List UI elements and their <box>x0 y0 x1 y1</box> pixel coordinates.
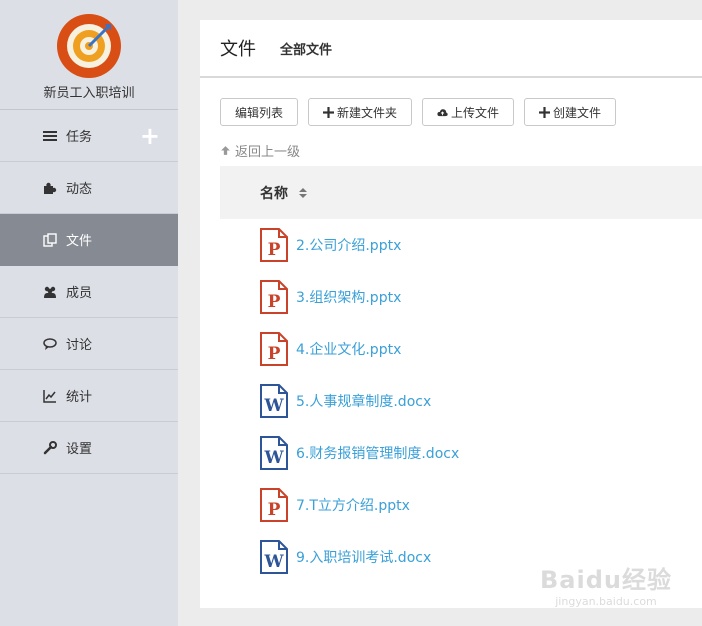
svg-text:P: P <box>268 292 281 312</box>
sidebar-item-settings[interactable]: 设置 <box>0 422 178 474</box>
file-name-link[interactable]: 5.人事规章制度.docx <box>296 391 431 411</box>
svg-text:P: P <box>268 500 281 520</box>
puzzle-icon <box>42 180 58 196</box>
sidebar-item-statistics[interactable]: 统计 <box>0 370 178 422</box>
table-header: 名称 <box>220 166 702 219</box>
new-folder-label: 新建文件夹 <box>337 105 398 120</box>
svg-text:W: W <box>263 448 284 468</box>
add-task-button[interactable]: + <box>140 124 160 148</box>
panel-header: 文件 全部文件 <box>200 20 702 78</box>
project-header: 新员工入职培训 <box>0 0 178 110</box>
chart-icon <box>42 388 58 404</box>
page-title: 文件 <box>220 39 256 60</box>
back-label: 返回上一级 <box>235 145 301 160</box>
create-file-button[interactable]: 创建文件 <box>524 98 617 126</box>
sidebar-item-label: 成员 <box>66 286 93 301</box>
watermark: Baidu经验 jingyan.baidu.com <box>540 560 672 608</box>
sidebar: 新员工入职培训 任务 + 动态 文件 成员 讨论 统计 设置 <box>0 0 178 626</box>
chat-icon <box>42 336 58 352</box>
file-row[interactable]: P 7.T立方介绍.pptx <box>220 479 702 531</box>
upload-label: 上传文件 <box>451 105 500 120</box>
sidebar-item-discussion[interactable]: 讨论 <box>0 318 178 370</box>
sidebar-item-label: 任务 <box>66 130 93 145</box>
sidebar-item-label: 动态 <box>66 182 93 197</box>
files-panel: 文件 全部文件 编辑列表 新建文件夹 上传文件 创建文件 返回上一级 名称 P2… <box>200 20 702 608</box>
sidebar-item-members[interactable]: 成员 <box>0 266 178 318</box>
target-logo-icon <box>57 14 121 78</box>
file-row[interactable]: W 5.人事规章制度.docx <box>220 375 702 427</box>
plus-icon <box>539 106 551 118</box>
sidebar-item-tasks[interactable]: 任务 + <box>0 110 178 162</box>
edit-list-button[interactable]: 编辑列表 <box>220 98 299 126</box>
sidebar-item-activity[interactable]: 动态 <box>0 162 178 214</box>
file-name-link[interactable]: 4.企业文化.pptx <box>296 339 401 359</box>
watermark-sub: jingyan.baidu.com <box>555 595 657 608</box>
file-name-link[interactable]: 2.公司介绍.pptx <box>296 235 401 255</box>
sidebar-item-label: 统计 <box>66 390 93 405</box>
edit-list-label: 编辑列表 <box>235 105 284 120</box>
file-name-link[interactable]: 6.财务报销管理制度.docx <box>296 443 459 463</box>
members-icon <box>42 284 58 300</box>
plus-icon <box>323 106 335 118</box>
file-name-link[interactable]: 7.T立方介绍.pptx <box>296 495 410 515</box>
svg-text:W: W <box>263 396 284 416</box>
file-list: P 2.公司介绍.pptx P 3.组织架构.pptx P 4.企业文化.pptx W 5.人… <box>220 219 702 583</box>
breadcrumb[interactable]: 全部文件 <box>280 39 332 58</box>
files-icon <box>42 232 58 248</box>
project-name: 新员工入职培训 <box>43 86 135 101</box>
cloud-upload-icon <box>437 108 448 116</box>
sidebar-item-files[interactable]: 文件 <box>0 214 178 266</box>
sidebar-item-label: 设置 <box>66 442 93 457</box>
file-row[interactable]: P 2.公司介绍.pptx <box>220 219 702 271</box>
powerpoint-file-icon: P <box>260 488 288 522</box>
sidebar-item-label: 讨论 <box>66 338 93 353</box>
tasks-icon <box>42 128 58 144</box>
svg-text:P: P <box>268 240 281 260</box>
word-file-icon: W <box>260 540 288 574</box>
new-folder-button[interactable]: 新建文件夹 <box>308 98 413 126</box>
upload-file-button[interactable]: 上传文件 <box>422 98 515 126</box>
create-file-label: 创建文件 <box>553 105 602 120</box>
file-row[interactable]: W 6.财务报销管理制度.docx <box>220 427 702 479</box>
word-file-icon: W <box>260 436 288 470</box>
toolbar: 编辑列表 新建文件夹 上传文件 创建文件 <box>200 78 702 126</box>
file-row[interactable]: P 3.组织架构.pptx <box>220 271 702 323</box>
sort-icon[interactable] <box>298 186 308 200</box>
watermark-main: Baidu经验 <box>540 566 672 594</box>
file-name-link[interactable]: 3.组织架构.pptx <box>296 287 401 307</box>
powerpoint-file-icon: P <box>260 280 288 314</box>
svg-text:P: P <box>268 344 281 364</box>
arrow-up-icon <box>221 146 230 155</box>
word-file-icon: W <box>260 384 288 418</box>
file-name-link[interactable]: 9.入职培训考试.docx <box>296 547 431 567</box>
powerpoint-file-icon: P <box>260 228 288 262</box>
back-link[interactable]: 返回上一级 <box>220 141 702 160</box>
wrench-icon <box>42 440 58 456</box>
file-row[interactable]: P 4.企业文化.pptx <box>220 323 702 375</box>
sidebar-item-label: 文件 <box>66 234 93 249</box>
svg-text:W: W <box>263 552 284 572</box>
powerpoint-file-icon: P <box>260 332 288 366</box>
column-header-name[interactable]: 名称 <box>260 183 288 203</box>
